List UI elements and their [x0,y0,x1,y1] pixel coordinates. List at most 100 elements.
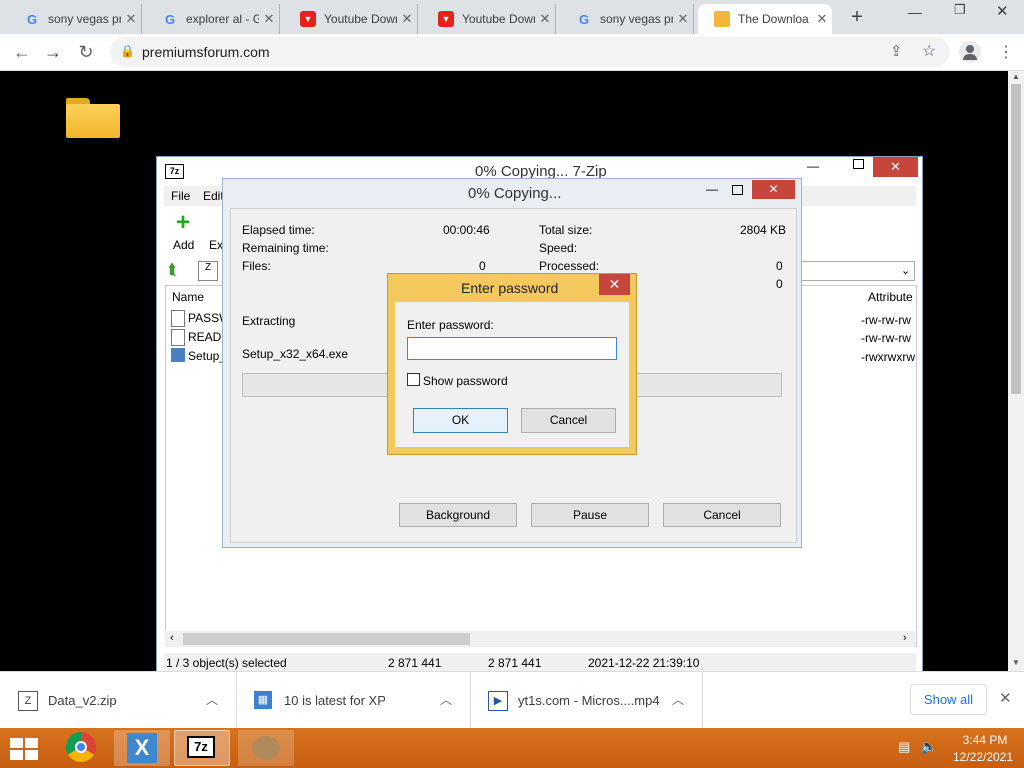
avatar-body [963,54,977,60]
forward-icon[interactable]: → [41,40,65,64]
google-icon: G [578,11,590,27]
app-taskbar-button[interactable]: X [114,730,170,766]
taskbar: X 7z ▤ 🔈 3:44 PM 12/22/2021 [0,728,1024,768]
windows-logo-pane [10,738,23,748]
close-icon[interactable]: ✕ [752,180,795,199]
add-button[interactable]: Add [173,238,194,252]
video-file-icon: ▶ [488,691,508,711]
column-name[interactable]: Name [172,290,204,304]
close-tab-icon[interactable]: ✕ [259,11,279,27]
avatar-head [966,45,974,53]
processed-value: 0 [776,259,783,273]
file-list-hscroll-thumb[interactable] [183,633,470,645]
download-item[interactable]: ▦ 10 is latest for XP ︿ [236,672,471,729]
minimize-icon[interactable]: — [807,159,819,173]
minimize-icon[interactable]: — [706,182,718,196]
google-icon: G [26,11,38,27]
maximize-icon[interactable] [732,185,743,195]
chrome-taskbar-button[interactable] [54,730,110,766]
reload-icon[interactable]: ↻ [74,40,98,64]
chevron-up-icon[interactable]: ︿ [672,691,684,708]
status-bar: 1 / 3 object(s) selected 2 871 441 2 871… [164,653,916,673]
chevron-up-icon[interactable]: ︿ [440,691,452,708]
browser-tab[interactable]: G explorer al - G ✕ [146,4,280,34]
background-button[interactable]: Background [399,503,517,527]
archive-icon[interactable]: Z [198,261,218,281]
up-folder-icon[interactable]: ⮬ [168,261,186,279]
network-icon[interactable]: ▤ [898,739,910,755]
status-selection: 1 / 3 object(s) selected [166,656,287,670]
close-icon[interactable]: ✕ [873,157,918,177]
browser-tab[interactable]: G sony vegas pr ✕ [8,4,142,34]
close-downloads-icon[interactable]: ✕ [999,689,1012,707]
scroll-left-icon[interactable]: ‹ [170,632,174,644]
show-password-checkbox[interactable] [407,373,420,386]
scroll-right-icon[interactable]: › [903,632,907,644]
download-item[interactable]: Z Data_v2.zip ︿ [0,672,237,729]
windows-logo-pane [25,750,38,760]
close-tab-icon[interactable]: ✕ [673,11,693,27]
menu-dots-icon[interactable]: ⋮ [998,42,1014,62]
cancel-button[interactable]: Cancel [521,408,616,433]
download-item[interactable]: ▶ yt1s.com - Micros....mp4 ︿ [470,672,703,729]
start-button[interactable] [10,738,38,760]
page-scrollbar-thumb[interactable] [1011,84,1021,394]
browser-tab[interactable]: ▼ Youtube Down ✕ [284,4,418,34]
status-packed: 2 871 441 [488,656,542,670]
new-tab-button[interactable]: + [846,6,868,28]
close-tab-icon[interactable]: ✕ [812,11,832,27]
tab-strip: G sony vegas pr ✕ G explorer al - G ✕ ▼ … [0,0,1024,34]
file-attr: -rwxrwxrw [861,350,915,364]
archive-app-icon [252,736,280,760]
close-tab-icon[interactable]: ✕ [121,11,141,27]
status-size: 2 871 441 [388,656,442,670]
add-icon[interactable]: + [176,211,194,235]
download-name: yt1s.com - Micros....mp4 [518,693,660,708]
tab-title: The Downloa [738,12,809,26]
cancel-copy-button[interactable]: Cancel [663,503,781,527]
sevenzip-taskbar-button[interactable]: 7z [174,730,230,766]
copying-dialog-title: 0% Copying... [468,185,562,202]
chevron-up-icon[interactable]: ︿ [206,691,218,708]
file-name[interactable]: Setup_ [188,349,226,363]
volume-icon[interactable]: 🔈 [920,738,937,755]
files-value: 0 [479,259,486,273]
password-input[interactable] [407,337,617,360]
download-name: Data_v2.zip [48,693,117,708]
close-window-icon[interactable]: ✕ [996,2,1016,20]
maximize-icon[interactable] [853,159,864,169]
elapsed-label: Elapsed time: [242,223,315,237]
scroll-up-icon[interactable]: ▲ [1012,72,1020,81]
chevron-down-icon: ⌄ [901,265,911,277]
browser-tab[interactable]: G sony vegas pr ✕ [560,4,694,34]
menu-file[interactable]: File [171,189,190,203]
tab-title: sony vegas pr [600,12,673,26]
scroll-down-icon[interactable]: ▼ [1012,658,1020,667]
browser-tab-active[interactable]: The Downloa ✕ [698,4,832,34]
show-all-button[interactable]: Show all [910,684,987,715]
app-icon-glyph: X [134,735,150,760]
close-tab-icon[interactable]: ✕ [535,11,555,27]
pause-button[interactable]: Pause [531,503,649,527]
ok-button[interactable]: OK [413,408,508,433]
bookmark-star-icon[interactable]: ☆ [922,41,936,61]
address-bar[interactable]: 🔒 premiumsforum.com ⇪ ☆ [110,37,950,67]
restore-icon[interactable]: ❐ [954,2,974,18]
google-icon: G [164,11,176,27]
path-dropdown[interactable]: ⌄ [800,261,915,281]
clock-time[interactable]: 3:44 PM [955,733,1015,747]
winrar-taskbar-button[interactable] [238,730,294,766]
menu-edit[interactable]: Edit [203,189,224,203]
close-tab-icon[interactable]: ✕ [397,11,417,27]
tab-title: explorer al - G [186,12,259,26]
show-password-label[interactable]: Show password [423,374,508,388]
back-icon[interactable]: ← [10,40,34,64]
column-attributes[interactable]: Attribute [868,290,913,304]
profile-avatar-icon[interactable] [959,41,981,63]
clock-date[interactable]: 12/22/2021 [949,750,1017,764]
share-icon[interactable]: ⇪ [890,42,903,60]
file-attr: -rw-rw-rw [861,313,911,327]
close-icon[interactable]: ✕ [599,274,630,295]
browser-tab[interactable]: ▼ Youtube Down ✕ [422,4,556,34]
minimize-icon[interactable]: — [908,4,928,20]
